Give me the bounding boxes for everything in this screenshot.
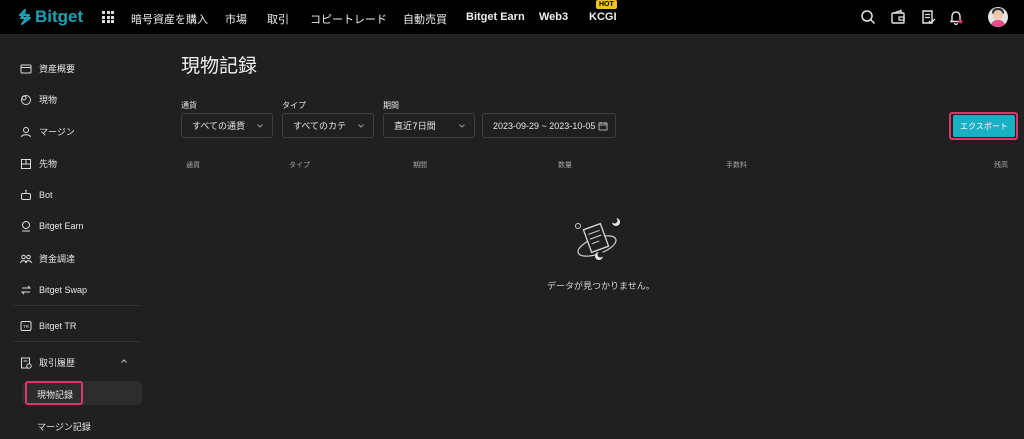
export-button-highlight xyxy=(949,112,1018,140)
table-header-quantity: 数量 xyxy=(558,161,572,169)
sidebar-item-assets[interactable]: 資産概要 xyxy=(20,62,75,75)
table-header-currency: 通貨 xyxy=(186,161,200,169)
nav-item-kcgi[interactable]: KCGI xyxy=(589,11,617,23)
search-icon[interactable] xyxy=(860,9,876,25)
sidebar-item-label: 先物 xyxy=(39,160,58,170)
sidebar-item-swap[interactable]: Bitget Swap xyxy=(20,284,87,296)
sidebar-item-label: Bot xyxy=(39,190,53,200)
sidebar-item-trade-history[interactable]: 取引履歴 xyxy=(20,356,75,369)
margin-icon xyxy=(21,126,31,137)
nav-item-copy-trade[interactable]: コピートレード xyxy=(310,11,387,27)
chevron-down-icon xyxy=(459,124,465,128)
period-select-value: 直近7日間 xyxy=(394,122,436,132)
sidebar-item-label: Bitget TR xyxy=(39,321,77,331)
period-select[interactable]: 直近7日間 xyxy=(383,113,475,138)
spot-icon xyxy=(21,94,31,105)
orders-icon[interactable] xyxy=(920,9,936,25)
sidebar-divider xyxy=(14,305,140,306)
type-select[interactable]: すべてのカテ xyxy=(282,113,374,138)
assets-icon xyxy=(20,64,32,73)
table-header-period: 期間 xyxy=(413,161,427,169)
type-select-value: すべてのカテ xyxy=(293,122,347,132)
bitget-logo-icon xyxy=(19,9,31,25)
nav-item-earn[interactable]: Bitget Earn xyxy=(466,11,525,23)
sidebar-item-label: 取引履歴 xyxy=(39,359,76,369)
top-navigation-bar: Bitget 暗号資産を購入 市場 取引 コピートレード 自動売買 Bitget… xyxy=(0,0,1024,34)
sidebar-item-funding[interactable]: 資金調達 xyxy=(20,252,75,265)
nav-item-markets[interactable]: 市場 xyxy=(225,11,247,27)
swap-icon xyxy=(20,285,32,295)
sidebar-item-label: 資金調達 xyxy=(39,255,76,265)
apps-grid-icon[interactable] xyxy=(102,11,114,23)
hot-badge: HOT xyxy=(596,0,617,9)
empty-state-icon xyxy=(575,217,620,260)
empty-state-message: データが見つかりません。 xyxy=(547,282,655,292)
date-range-value: 2023-09-29 ~ 2023-10-05 xyxy=(493,120,596,131)
bell-icon[interactable] xyxy=(948,9,964,25)
sidebar-subitem-margin-records[interactable]: マージン記録 xyxy=(37,420,91,433)
sidebar-item-label: Bitget Swap xyxy=(39,285,88,295)
nav-item-trade[interactable]: 取引 xyxy=(267,11,289,27)
history-icon xyxy=(21,357,32,369)
futures-icon xyxy=(21,158,31,169)
funding-icon xyxy=(20,254,32,263)
bitget-logo[interactable]: Bitget xyxy=(18,7,83,27)
date-range-picker[interactable]: 2023-09-29 ~ 2023-10-05 xyxy=(482,113,616,138)
sidebar-item-bitget-tr[interactable]: TR Bitget TR xyxy=(20,320,76,332)
earn-icon xyxy=(22,221,30,232)
chevron-down-icon xyxy=(257,124,263,128)
wallet-icon[interactable] xyxy=(890,9,906,25)
brand-name: Bitget xyxy=(35,7,84,26)
sidebar-item-earn[interactable]: Bitget Earn xyxy=(20,220,84,232)
sidebar-item-margin[interactable]: マージン xyxy=(20,125,75,138)
sidebar-subitem-spot-records[interactable]: 現物記録 xyxy=(37,388,73,401)
table-header-type: タイプ xyxy=(289,161,310,169)
nav-item-web3[interactable]: Web3 xyxy=(539,11,568,23)
tr-icon: TR xyxy=(20,321,32,331)
page-title: 現物記録 xyxy=(181,55,258,77)
svg-text:TR: TR xyxy=(23,324,30,329)
sidebar-item-label: 資産概要 xyxy=(39,65,76,75)
nav-item-buy-crypto[interactable]: 暗号資産を購入 xyxy=(131,11,208,27)
currency-select[interactable]: すべての通貨 xyxy=(181,113,273,138)
chevron-down-icon xyxy=(358,124,364,128)
chevron-up-icon[interactable] xyxy=(120,357,128,365)
period-filter-label: 期間 xyxy=(383,101,399,110)
table-header-fee: 手数料 xyxy=(726,161,747,169)
sidebar-item-futures[interactable]: 先物 xyxy=(20,157,57,170)
sidebar-item-bot[interactable]: Bot xyxy=(20,189,53,201)
calendar-icon xyxy=(598,122,608,131)
sidebar-item-label: 現物 xyxy=(39,96,58,106)
type-filter-label: タイプ xyxy=(282,101,306,110)
sidebar-item-spot[interactable]: 現物 xyxy=(20,93,57,106)
avatar[interactable] xyxy=(988,7,1008,27)
nav-item-bots[interactable]: 自動売買 xyxy=(403,11,447,27)
currency-filter-label: 通貨 xyxy=(181,101,197,110)
bot-icon xyxy=(21,189,31,200)
sidebar-divider xyxy=(14,341,140,342)
sidebar-item-label: Bitget Earn xyxy=(39,221,84,231)
currency-select-value: すべての通貨 xyxy=(192,122,246,132)
table-header-balance: 残高 xyxy=(994,161,1008,169)
sidebar-item-label: マージン xyxy=(39,128,75,138)
